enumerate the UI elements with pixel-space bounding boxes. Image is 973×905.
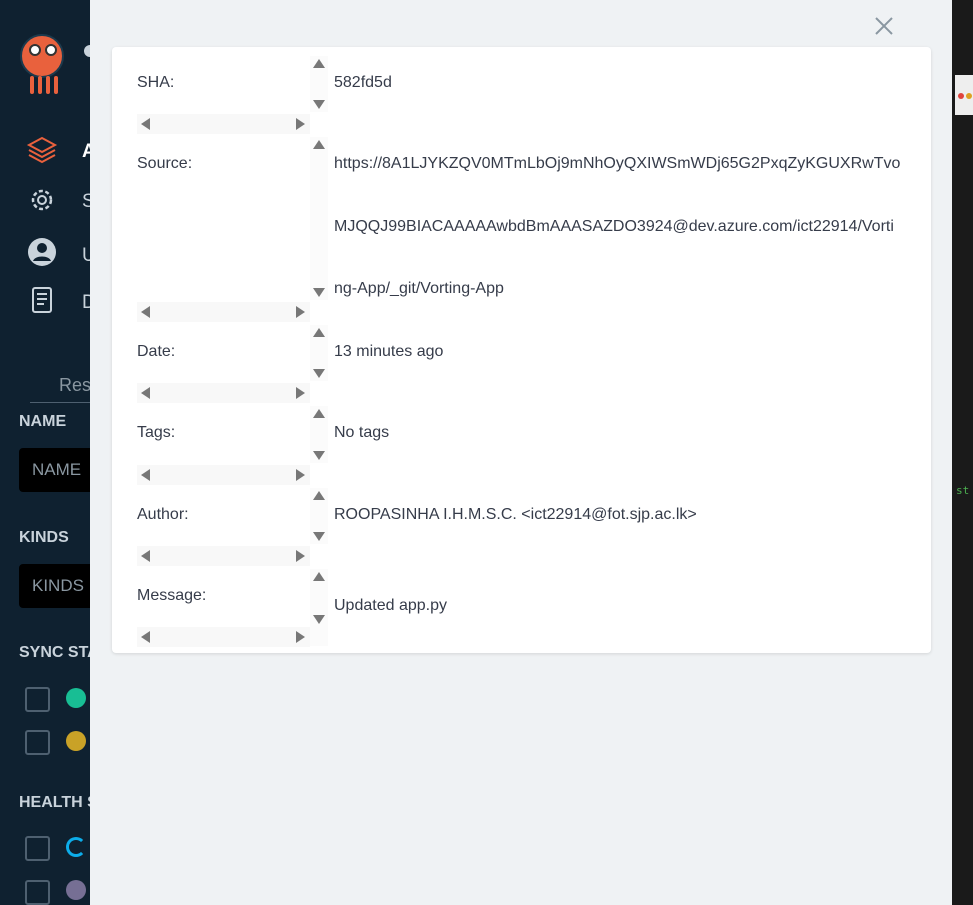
sha-label: SHA:: [137, 74, 175, 91]
close-icon[interactable]: [873, 15, 895, 37]
argo-logo-icon[interactable]: [18, 30, 70, 96]
scroll-right-arrow-icon[interactable]: [296, 306, 305, 318]
sync-synced-checkbox[interactable]: [25, 687, 50, 712]
terminal-window-edge: st: [952, 0, 973, 905]
vertical-scrollbar[interactable]: [310, 569, 328, 646]
source-label: Source:: [137, 155, 193, 172]
window-close-dot[interactable]: [958, 93, 964, 99]
sha-value: 582fd5d: [334, 74, 392, 91]
resources-tab[interactable]: Res: [59, 375, 91, 396]
scroll-up-arrow-icon[interactable]: [313, 572, 325, 581]
scroll-up-arrow-icon[interactable]: [313, 59, 325, 68]
health-status-label: HEALTH S: [19, 794, 98, 811]
scroll-down-arrow-icon[interactable]: [313, 532, 325, 541]
scroll-up-arrow-icon[interactable]: [313, 491, 325, 500]
scroll-right-arrow-icon[interactable]: [296, 469, 305, 481]
scroll-left-arrow-icon[interactable]: [141, 387, 150, 399]
gear-icon[interactable]: [26, 184, 58, 216]
scroll-right-arrow-icon[interactable]: [296, 118, 305, 130]
horizontal-scrollbar[interactable]: [137, 114, 310, 134]
scroll-up-arrow-icon[interactable]: [313, 328, 325, 337]
horizontal-scrollbar[interactable]: [137, 546, 310, 566]
sync-outofsync-checkbox[interactable]: [25, 730, 50, 755]
scroll-left-arrow-icon[interactable]: [141, 469, 150, 481]
out-of-sync-arrow-icon: [66, 731, 86, 751]
author-value: ROOPASINHA I.H.M.S.C. <ict22914@fot.sjp.…: [334, 506, 697, 523]
scroll-up-arrow-icon[interactable]: [313, 140, 325, 149]
scroll-left-arrow-icon[interactable]: [141, 306, 150, 318]
scroll-right-arrow-icon[interactable]: [296, 387, 305, 399]
vertical-scrollbar[interactable]: [310, 325, 328, 381]
scroll-down-arrow-icon[interactable]: [313, 100, 325, 109]
terminal-text: st: [956, 484, 970, 497]
source-value-line[interactable]: MJQQJ99BIACAAAAAwbdBmAAASAZDO3924@dev.az…: [334, 218, 894, 236]
name-filter-label: NAME: [19, 413, 67, 430]
health-suspended-checkbox[interactable]: [25, 880, 50, 905]
vertical-scrollbar[interactable]: [310, 488, 328, 544]
scroll-up-arrow-icon[interactable]: [313, 409, 325, 418]
author-label: Author:: [137, 506, 189, 523]
horizontal-scrollbar[interactable]: [137, 383, 310, 403]
scroll-down-arrow-icon[interactable]: [313, 288, 325, 297]
scroll-right-arrow-icon[interactable]: [296, 550, 305, 562]
layers-icon[interactable]: [26, 134, 58, 166]
synced-check-icon: [66, 688, 86, 708]
scroll-right-arrow-icon[interactable]: [296, 631, 305, 643]
vertical-scrollbar[interactable]: [310, 56, 328, 112]
horizontal-scrollbar[interactable]: [137, 465, 310, 485]
scroll-left-arrow-icon[interactable]: [141, 550, 150, 562]
scroll-down-arrow-icon[interactable]: [313, 451, 325, 460]
message-label: Message:: [137, 587, 207, 604]
kinds-filter-label: KINDS: [19, 529, 69, 546]
source-value-line[interactable]: ng-App/_git/Vorting-App: [334, 280, 504, 298]
scroll-down-arrow-icon[interactable]: [313, 369, 325, 378]
tags-value: No tags: [334, 424, 390, 441]
health-progressing-checkbox[interactable]: [25, 836, 50, 861]
scroll-left-arrow-icon[interactable]: [141, 631, 150, 643]
scroll-left-arrow-icon[interactable]: [141, 118, 150, 130]
tags-label: Tags:: [137, 424, 176, 441]
docs-icon[interactable]: [26, 284, 58, 316]
message-value: Updated app.py: [334, 597, 447, 614]
user-icon[interactable]: [26, 236, 58, 268]
date-value: 13 minutes ago: [334, 343, 444, 360]
date-label: Date:: [137, 343, 176, 360]
sync-status-label: SYNC STA: [19, 644, 99, 661]
window-minimize-dot[interactable]: [966, 93, 972, 99]
source-value-line[interactable]: https://8A1LJYKZQV0MTmLbOj9mNhOyQXIWSmWD…: [334, 155, 900, 173]
suspended-pause-icon: [66, 880, 86, 900]
horizontal-scrollbar[interactable]: [137, 302, 310, 322]
horizontal-scrollbar[interactable]: [137, 627, 310, 647]
scroll-down-arrow-icon[interactable]: [313, 615, 325, 624]
vertical-scrollbar[interactable]: [310, 406, 328, 463]
progressing-circle-icon: [66, 837, 86, 857]
vertical-scrollbar[interactable]: [310, 137, 328, 300]
